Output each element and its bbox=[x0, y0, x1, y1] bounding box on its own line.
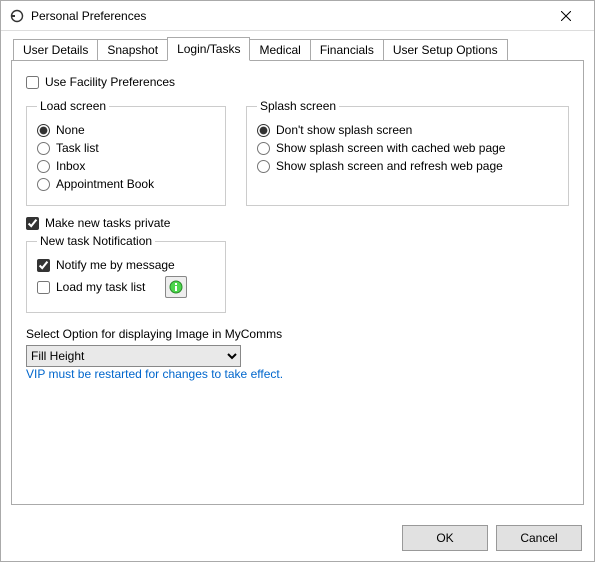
tab-snapshot[interactable]: Snapshot bbox=[97, 39, 168, 60]
use-facility-label: Use Facility Preferences bbox=[45, 75, 175, 89]
load-none-row[interactable]: None bbox=[37, 123, 215, 137]
load-list-row: Load my task list bbox=[37, 276, 215, 298]
cancel-button[interactable]: Cancel bbox=[496, 525, 582, 551]
tab-pane: Use Facility Preferences Load screen Non… bbox=[11, 60, 584, 505]
mycomms-label: Select Option for displaying Image in My… bbox=[26, 327, 569, 341]
load-inbox-row[interactable]: Inbox bbox=[37, 159, 215, 173]
restart-note: VIP must be restarted for changes to tak… bbox=[26, 367, 569, 385]
splash-dont-label: Don't show splash screen bbox=[276, 123, 412, 137]
load-appt-label: Appointment Book bbox=[56, 177, 154, 191]
splash-refresh-radio[interactable] bbox=[257, 160, 270, 173]
load-none-radio[interactable] bbox=[37, 124, 50, 137]
splash-screen-group: Splash screen Don't show splash screen S… bbox=[246, 99, 569, 206]
load-appt-radio[interactable] bbox=[37, 178, 50, 191]
splash-dont-row[interactable]: Don't show splash screen bbox=[257, 123, 558, 137]
load-tasklist-label: Task list bbox=[56, 141, 99, 155]
load-list-label-wrap[interactable]: Load my task list bbox=[37, 280, 145, 294]
load-inbox-radio[interactable] bbox=[37, 160, 50, 173]
splash-cached-label: Show splash screen with cached web page bbox=[276, 141, 505, 155]
load-screen-group: Load screen None Task list Inbox Appoint… bbox=[26, 99, 226, 206]
close-button[interactable] bbox=[546, 2, 586, 30]
window-title: Personal Preferences bbox=[31, 9, 546, 23]
splash-legend: Splash screen bbox=[257, 99, 339, 113]
notification-group: New task Notification Notify me by messa… bbox=[26, 234, 226, 313]
load-list-label: Load my task list bbox=[56, 280, 145, 294]
load-appt-row[interactable]: Appointment Book bbox=[37, 177, 215, 191]
load-screen-legend: Load screen bbox=[37, 99, 109, 113]
splash-refresh-row[interactable]: Show splash screen and refresh web page bbox=[257, 159, 558, 173]
make-private-row[interactable]: Make new tasks private bbox=[26, 216, 569, 230]
ok-button[interactable]: OK bbox=[402, 525, 488, 551]
notify-msg-checkbox[interactable] bbox=[37, 259, 50, 272]
splash-dont-radio[interactable] bbox=[257, 124, 270, 137]
notify-msg-label: Notify me by message bbox=[56, 258, 175, 272]
use-facility-row[interactable]: Use Facility Preferences bbox=[26, 75, 569, 89]
tab-user-setup-options[interactable]: User Setup Options bbox=[383, 39, 508, 60]
load-none-label: None bbox=[56, 123, 85, 137]
notify-msg-row[interactable]: Notify me by message bbox=[37, 258, 215, 272]
info-button[interactable] bbox=[165, 276, 187, 298]
tab-user-details[interactable]: User Details bbox=[13, 39, 98, 60]
tab-login-tasks[interactable]: Login/Tasks bbox=[167, 37, 250, 61]
splash-cached-radio[interactable] bbox=[257, 142, 270, 155]
app-icon bbox=[9, 8, 25, 24]
splash-refresh-label: Show splash screen and refresh web page bbox=[276, 159, 503, 173]
load-tasklist-row[interactable]: Task list bbox=[37, 141, 215, 155]
mycomms-select[interactable]: Fill Height bbox=[26, 345, 241, 367]
titlebar: Personal Preferences bbox=[1, 1, 594, 31]
tab-strip: User Details Snapshot Login/Tasks Medica… bbox=[13, 37, 584, 60]
mycomms-row: Select Option for displaying Image in My… bbox=[26, 327, 569, 367]
tab-medical[interactable]: Medical bbox=[249, 39, 310, 60]
make-private-label: Make new tasks private bbox=[45, 216, 170, 230]
tab-financials[interactable]: Financials bbox=[310, 39, 384, 60]
splash-cached-row[interactable]: Show splash screen with cached web page bbox=[257, 141, 558, 155]
use-facility-checkbox[interactable] bbox=[26, 76, 39, 89]
make-private-checkbox[interactable] bbox=[26, 217, 39, 230]
footer: OK Cancel bbox=[1, 515, 594, 561]
notification-legend: New task Notification bbox=[37, 234, 155, 248]
load-list-checkbox[interactable] bbox=[37, 281, 50, 294]
load-tasklist-radio[interactable] bbox=[37, 142, 50, 155]
load-inbox-label: Inbox bbox=[56, 159, 85, 173]
